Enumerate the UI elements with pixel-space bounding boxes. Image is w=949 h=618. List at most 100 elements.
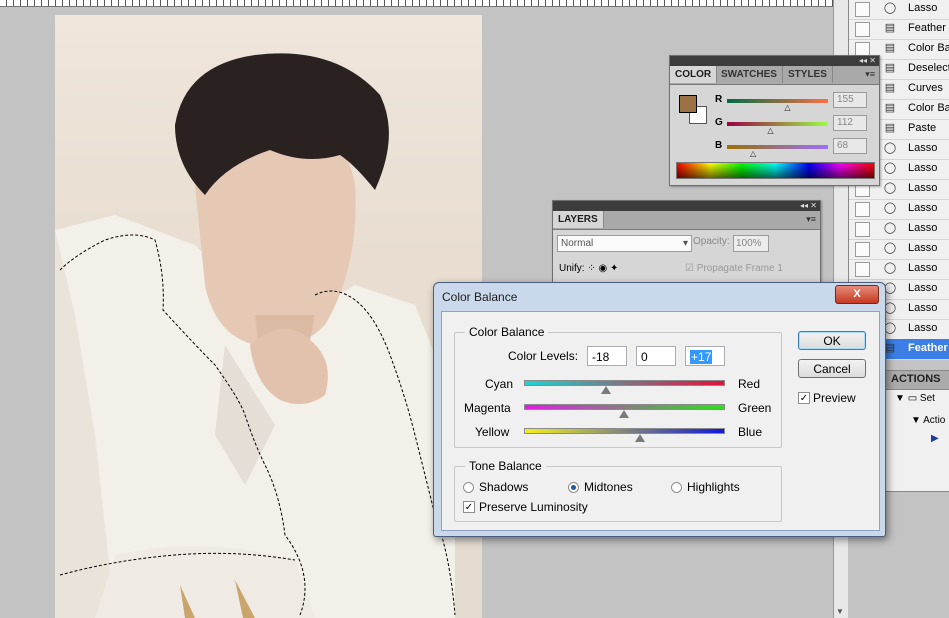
unify-row: Unify: ⁘ ◉ ✦: [559, 263, 618, 274]
cyan-red-level-field[interactable]: -18: [587, 346, 627, 366]
panel-collapse-icon[interactable]: ◂◂ ✕: [553, 201, 820, 211]
history-item[interactable]: ◯ Lasso: [849, 239, 949, 260]
tab-swatches[interactable]: SWATCHES: [716, 66, 783, 83]
midtones-label: Midtones: [584, 480, 633, 494]
tab-styles[interactable]: STYLES: [783, 66, 833, 83]
history-item-label: Lasso: [908, 222, 938, 234]
cancel-button[interactable]: Cancel: [798, 359, 866, 378]
history-snapshot-checkbox[interactable]: [855, 2, 870, 17]
document-icon: ▤: [884, 82, 896, 94]
unify-style-icon[interactable]: ✦: [610, 263, 618, 274]
chevron-down-icon: ▾: [682, 238, 688, 249]
close-icon: X: [853, 288, 861, 300]
blue-value-field[interactable]: 68: [833, 138, 867, 154]
propagate-frame-checkbox[interactable]: ☑ Propagate Frame 1: [685, 263, 783, 274]
propagate-frame-label: Propagate Frame 1: [696, 263, 783, 274]
preview-checkbox[interactable]: ✓: [798, 392, 810, 404]
tab-color[interactable]: COLOR: [670, 66, 718, 83]
green-slider-thumb[interactable]: △: [767, 126, 773, 135]
cyan-label: Cyan: [485, 377, 514, 391]
magenta-green-level-field[interactable]: 0: [636, 346, 676, 366]
history-item-label: Lasso: [908, 162, 938, 174]
history-item[interactable]: ◯ Lasso: [849, 219, 949, 240]
green-channel-label: G: [715, 117, 723, 128]
blue-slider-track[interactable]: [727, 145, 828, 149]
scroll-down-icon[interactable]: ▼: [836, 607, 844, 616]
blend-mode-value: Normal: [561, 238, 594, 249]
red-value-field[interactable]: 155: [833, 92, 867, 108]
green-slider-track[interactable]: [727, 122, 828, 126]
blue-slider-thumb[interactable]: △: [750, 149, 756, 158]
play-icon[interactable]: ▶: [931, 433, 939, 444]
action-label: Actio: [923, 415, 946, 426]
history-snapshot-checkbox[interactable]: [855, 262, 870, 277]
preserve-luminosity-checkbox[interactable]: ✓: [463, 501, 475, 513]
document-icon: ▤: [884, 122, 896, 134]
lasso-icon: ◯: [883, 2, 897, 14]
tab-layers[interactable]: LAYERS: [553, 211, 604, 228]
magenta-green-slider-thumb[interactable]: [618, 410, 629, 418]
history-item-label: Color Bala: [908, 42, 949, 54]
document-canvas[interactable]: [55, 15, 482, 618]
history-item[interactable]: ◯ Lasso: [849, 259, 949, 280]
close-button[interactable]: X: [835, 285, 879, 304]
panel-menu-icon[interactable]: ▾≡: [865, 69, 875, 80]
tab-actions[interactable]: ACTIONS: [891, 373, 941, 385]
highlights-label: Highlights: [687, 480, 740, 494]
lasso-icon: ◯: [883, 182, 897, 194]
opacity-field[interactable]: 100%: [733, 235, 769, 252]
panel-collapse-icon[interactable]: ◂◂ ✕: [670, 56, 879, 66]
history-item[interactable]: ◯ Lasso: [849, 0, 949, 20]
red-label: Red: [738, 377, 761, 391]
yellow-blue-level-field[interactable]: +17: [685, 346, 725, 366]
history-item[interactable]: ◯ Lasso: [849, 199, 949, 220]
cyan-red-slider-track[interactable]: [524, 380, 725, 386]
history-item[interactable]: ▤ Feather: [849, 19, 949, 40]
history-item-label: Curves: [908, 82, 943, 94]
preserve-luminosity-label: Preserve Luminosity: [479, 500, 588, 514]
history-snapshot-checkbox[interactable]: [855, 222, 870, 237]
history-snapshot-checkbox[interactable]: [855, 22, 870, 37]
highlights-radio[interactable]: [671, 482, 682, 493]
lasso-icon: ◯: [883, 202, 897, 214]
yellow-blue-level-value: +17: [690, 350, 713, 364]
panel-menu-icon[interactable]: ▾≡: [806, 214, 816, 225]
document-icon: ▤: [884, 102, 896, 114]
history-item-label: Lasso: [908, 262, 938, 274]
history-item-label: Lasso: [908, 242, 938, 254]
ok-button[interactable]: OK: [798, 331, 866, 350]
shadows-radio[interactable]: [463, 482, 474, 493]
midtones-radio[interactable]: [568, 482, 579, 493]
history-item-label: Feather: [908, 22, 946, 34]
color-spectrum-bar[interactable]: [676, 162, 875, 179]
dialog-title: Color Balance: [442, 290, 518, 304]
cyan-red-slider-thumb[interactable]: [600, 386, 611, 394]
history-snapshot-checkbox[interactable]: [855, 202, 870, 217]
foreground-color-swatch[interactable]: [679, 95, 697, 113]
triangle-down-icon: ▼: [895, 393, 905, 404]
dialog-titlebar[interactable]: Color Balance X: [434, 283, 885, 311]
lasso-icon: ◯: [883, 162, 897, 174]
yellow-blue-slider-thumb[interactable]: [635, 434, 646, 442]
document-icon: ▤: [884, 22, 896, 34]
history-snapshot-checkbox[interactable]: [855, 242, 870, 257]
action-row[interactable]: ▼ Actio: [911, 415, 945, 426]
magenta-green-level-value: 0: [641, 350, 648, 364]
blend-mode-select[interactable]: Normal ▾: [557, 235, 692, 252]
red-slider-thumb[interactable]: △: [784, 103, 790, 112]
green-value-field[interactable]: 112: [833, 115, 867, 131]
ok-button-label: OK: [823, 334, 841, 348]
unify-position-icon[interactable]: ⁘: [587, 263, 595, 274]
red-slider-track[interactable]: [727, 99, 828, 103]
folder-icon: ▭: [907, 393, 918, 404]
cyan-red-level-value: -18: [592, 350, 610, 364]
green-label: Green: [738, 401, 772, 415]
history-item-label: Lasso: [908, 142, 938, 154]
dialog-body: Color Balance Color Levels: -18 0 +17 Cy…: [441, 311, 880, 531]
action-set-row[interactable]: ▼ ▭ Set: [895, 393, 935, 404]
red-channel-label: R: [715, 94, 723, 105]
yellow-label: Yellow: [475, 425, 510, 439]
history-item-label: Lasso: [908, 302, 938, 314]
yellow-blue-slider-track[interactable]: [524, 428, 725, 434]
unify-visibility-icon[interactable]: ◉: [599, 263, 608, 274]
